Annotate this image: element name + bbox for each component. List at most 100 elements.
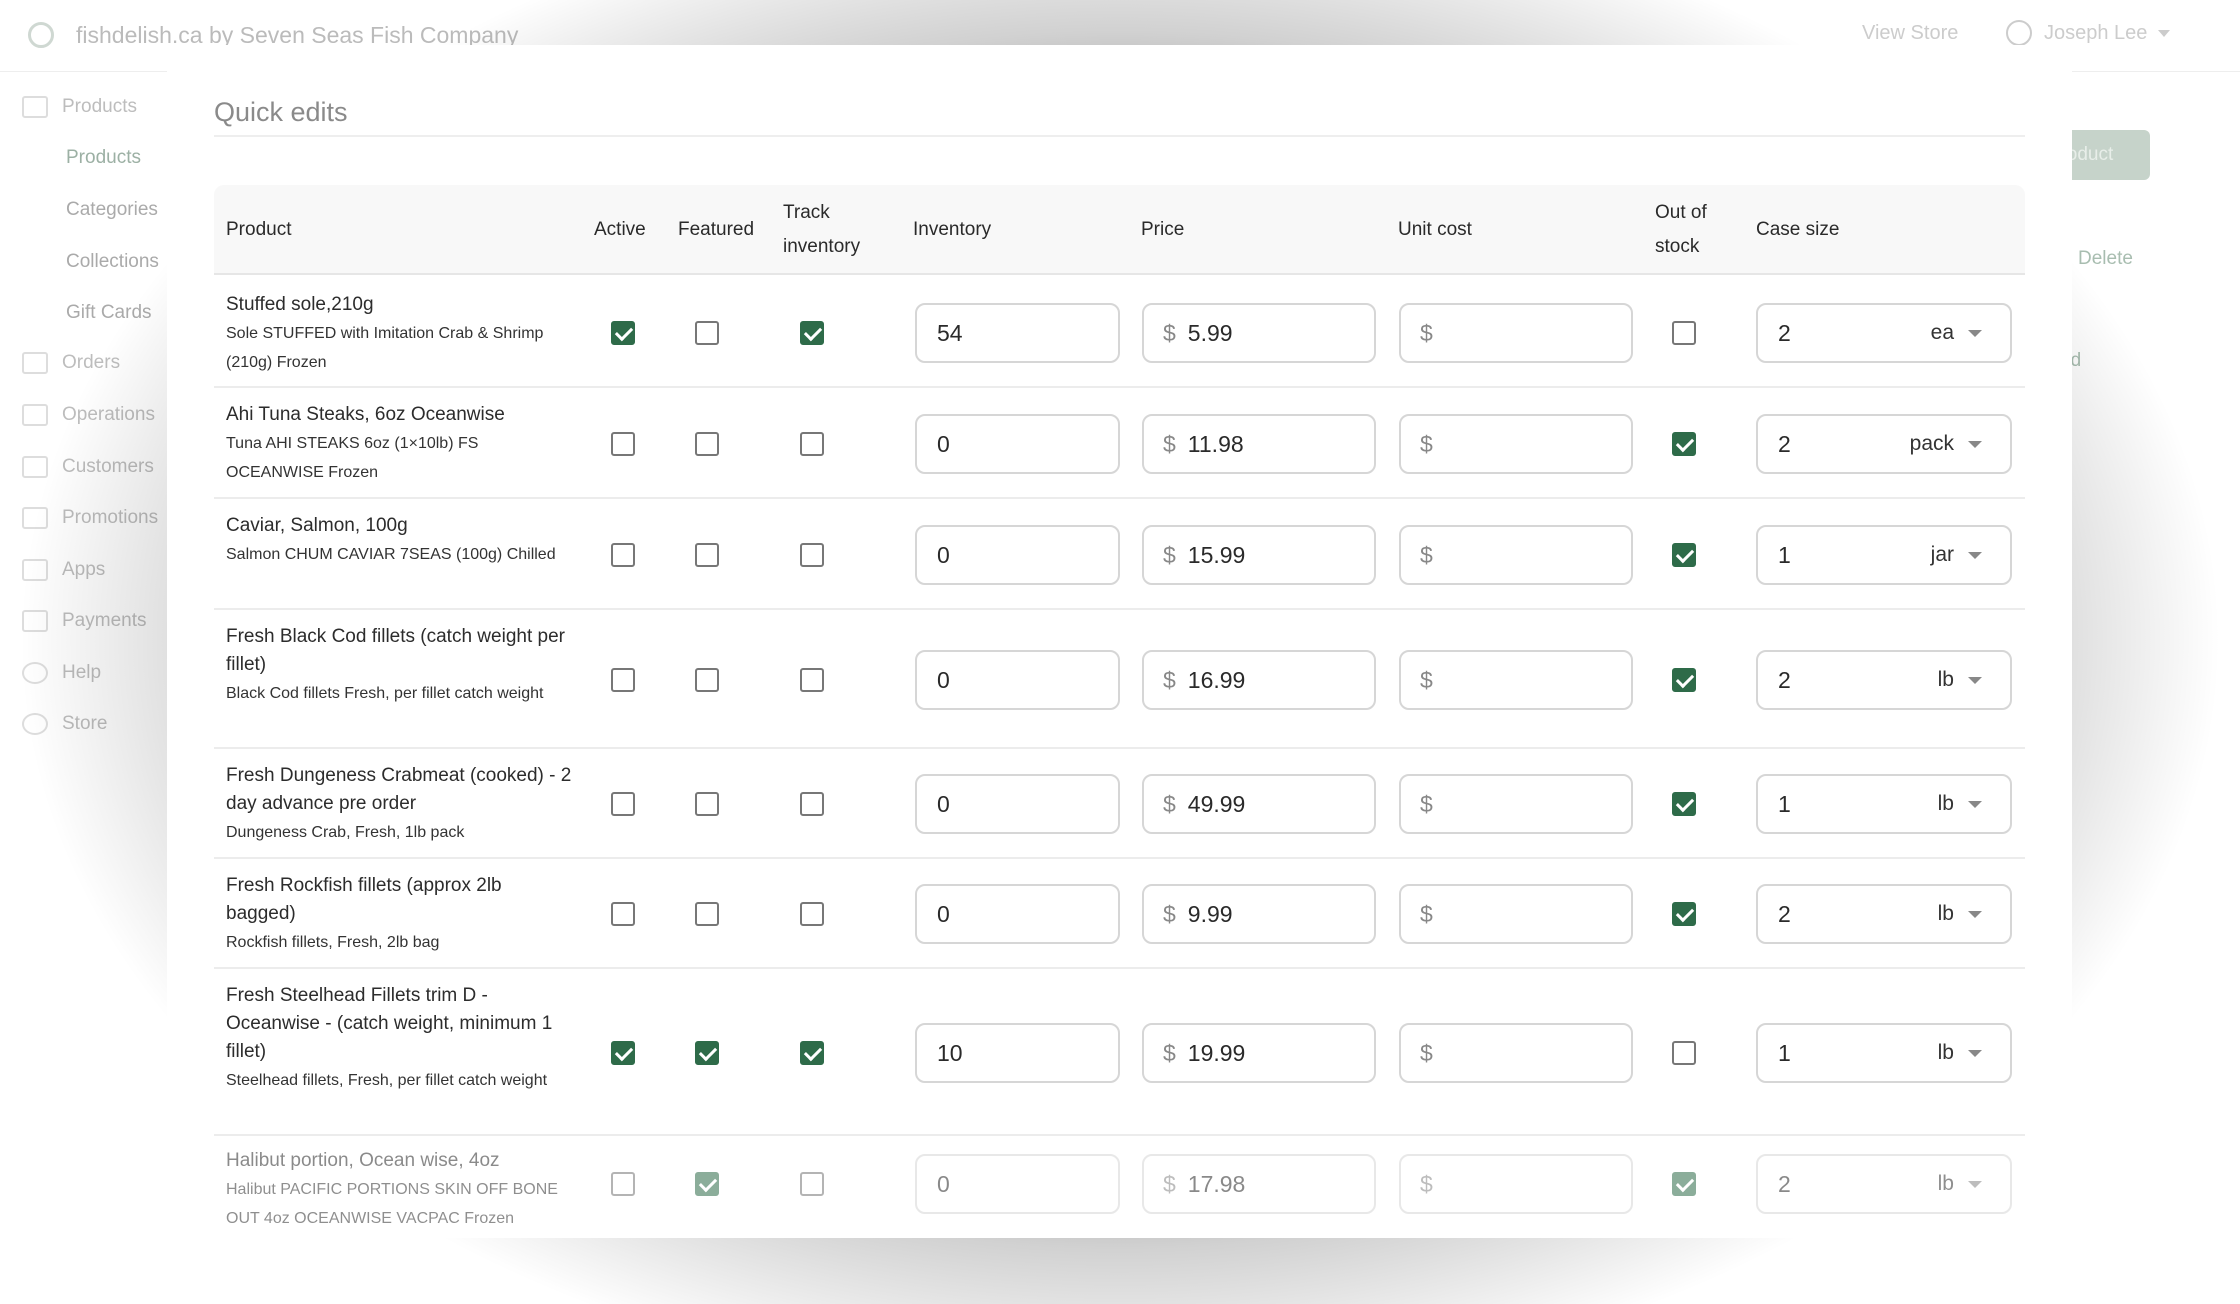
sidebar-item-apps[interactable]: Apps <box>22 559 105 581</box>
unit-cost-input[interactable]: $ <box>1399 1154 1633 1214</box>
product-cell: Fresh Rockfish fillets (approx 2lb bagge… <box>226 872 576 957</box>
case-size-select[interactable]: 2 lb <box>1756 650 2012 710</box>
active-checkbox[interactable] <box>611 792 635 816</box>
track-inventory-checkbox[interactable] <box>800 668 824 692</box>
featured-checkbox[interactable] <box>695 792 719 816</box>
price-input[interactable]: $ 19.99 <box>1142 1023 1376 1083</box>
sidebar-item-payments[interactable]: Payments <box>22 610 146 632</box>
inventory-input[interactable]: 0 <box>915 414 1120 474</box>
price-input[interactable]: $ 17.98 <box>1142 1154 1376 1214</box>
sidebar-sub-collections[interactable]: Collections <box>66 251 159 273</box>
active-checkbox[interactable] <box>611 321 635 345</box>
price-input[interactable]: $ 9.99 <box>1142 884 1376 944</box>
case-size-select[interactable]: 2 lb <box>1756 1154 2012 1214</box>
case-size-select[interactable]: 1 lb <box>1756 774 2012 834</box>
unit-cost-input[interactable]: $ <box>1399 303 1633 363</box>
active-checkbox[interactable] <box>611 1172 635 1196</box>
case-unit: lb <box>1937 902 1954 925</box>
view-store-link[interactable]: View Store <box>1862 22 1958 45</box>
track-inventory-checkbox[interactable] <box>800 1041 824 1065</box>
featured-checkbox[interactable] <box>695 432 719 456</box>
sidebar-item-promotions[interactable]: Promotions <box>22 507 158 529</box>
case-quantity: 2 <box>1778 900 1791 927</box>
case-size-select[interactable]: 1 jar <box>1756 525 2012 585</box>
track-inventory-checkbox[interactable] <box>800 902 824 926</box>
sidebar-item-customers[interactable]: Customers <box>22 456 154 478</box>
delete-link[interactable]: Delete <box>2078 248 2133 270</box>
unit-cost-input[interactable]: $ <box>1399 525 1633 585</box>
unit-cost-input[interactable]: $ <box>1399 414 1633 474</box>
chevron-down-icon[interactable] <box>2158 30 2170 37</box>
currency-symbol: $ <box>1163 790 1176 817</box>
unit-cost-input[interactable]: $ <box>1399 1023 1633 1083</box>
case-unit: lb <box>1937 1172 1954 1195</box>
track-inventory-checkbox[interactable] <box>800 432 824 456</box>
out-of-stock-checkbox[interactable] <box>1672 792 1696 816</box>
inventory-input[interactable]: 10 <box>915 1023 1120 1083</box>
active-checkbox[interactable] <box>611 543 635 567</box>
sidebar-item-store[interactable]: Store <box>22 713 107 735</box>
store-logo-icon <box>28 22 54 48</box>
out-of-stock-checkbox[interactable] <box>1672 432 1696 456</box>
case-size-select[interactable]: 1 lb <box>1756 1023 2012 1083</box>
active-checkbox[interactable] <box>611 432 635 456</box>
price-input[interactable]: $ 15.99 <box>1142 525 1376 585</box>
table-row: Fresh Dungeness Crabmeat (cooked) - 2 da… <box>214 749 2025 859</box>
case-size-select[interactable]: 2 lb <box>1756 884 2012 944</box>
inventory-input[interactable]: 0 <box>915 774 1120 834</box>
sidebar-item-products[interactable]: Products <box>22 96 137 118</box>
inventory-input[interactable]: 0 <box>915 1154 1120 1214</box>
out-of-stock-checkbox[interactable] <box>1672 321 1696 345</box>
featured-checkbox[interactable] <box>695 1172 719 1196</box>
out-of-stock-checkbox[interactable] <box>1672 902 1696 926</box>
unit-cost-input[interactable]: $ <box>1399 884 1633 944</box>
featured-checkbox[interactable] <box>695 902 719 926</box>
track-inventory-checkbox[interactable] <box>800 321 824 345</box>
out-of-stock-checkbox[interactable] <box>1672 668 1696 692</box>
price-input[interactable]: $ 11.98 <box>1142 414 1376 474</box>
track-inventory-checkbox[interactable] <box>800 792 824 816</box>
sidebar-item-label: Promotions <box>62 507 159 528</box>
active-checkbox[interactable] <box>611 902 635 926</box>
case-unit: pack <box>1909 432 1954 455</box>
product-name: Fresh Steelhead Fillets trim D - Oceanwi… <box>226 985 553 1062</box>
sidebar-sub-categories[interactable]: Categories <box>66 199 158 221</box>
case-quantity: 2 <box>1778 319 1791 346</box>
sidebar-sub-products[interactable]: Products <box>66 147 141 169</box>
out-of-stock-checkbox[interactable] <box>1672 543 1696 567</box>
currency-symbol: $ <box>1163 900 1176 927</box>
out-of-stock-checkbox[interactable] <box>1672 1041 1696 1065</box>
track-inventory-checkbox[interactable] <box>800 1172 824 1196</box>
chevron-down-icon <box>1968 800 1982 808</box>
featured-checkbox[interactable] <box>695 1041 719 1065</box>
inventory-input[interactable]: 54 <box>915 303 1120 363</box>
featured-checkbox[interactable] <box>695 668 719 692</box>
col-header-line: stock <box>1655 236 1700 257</box>
price-input[interactable]: $ 5.99 <box>1142 303 1376 363</box>
sidebar-item-help[interactable]: Help <box>22 662 101 684</box>
price-input[interactable]: $ 49.99 <box>1142 774 1376 834</box>
unit-cost-input[interactable]: $ <box>1399 650 1633 710</box>
inventory-input[interactable]: 0 <box>915 525 1120 585</box>
user-menu[interactable]: Joseph Lee <box>2044 22 2147 45</box>
case-size-select[interactable]: 2 ea <box>1756 303 2012 363</box>
chevron-down-icon <box>1968 1049 1982 1057</box>
sidebar-item-orders[interactable]: Orders <box>22 352 120 374</box>
featured-checkbox[interactable] <box>695 321 719 345</box>
featured-checkbox[interactable] <box>695 543 719 567</box>
chevron-down-icon <box>1968 440 1982 448</box>
active-checkbox[interactable] <box>611 668 635 692</box>
unit-cost-input[interactable]: $ <box>1399 774 1633 834</box>
user-avatar-icon[interactable] <box>2006 20 2032 46</box>
sidebar-item-operations[interactable]: Operations <box>22 404 155 426</box>
inventory-input[interactable]: 0 <box>915 884 1120 944</box>
track-inventory-checkbox[interactable] <box>800 543 824 567</box>
inventory-input[interactable]: 0 <box>915 650 1120 710</box>
price-input[interactable]: $ 16.99 <box>1142 650 1376 710</box>
out-of-stock-checkbox[interactable] <box>1672 1172 1696 1196</box>
sidebar-sub-gift-cards[interactable]: Gift Cards <box>66 302 152 324</box>
case-size-select[interactable]: 2 pack <box>1756 414 2012 474</box>
product-cell: Fresh Dungeness Crabmeat (cooked) - 2 da… <box>226 762 576 847</box>
active-checkbox[interactable] <box>611 1041 635 1065</box>
product-description: Black Cod fillets Fresh, per fillet catc… <box>226 685 544 702</box>
